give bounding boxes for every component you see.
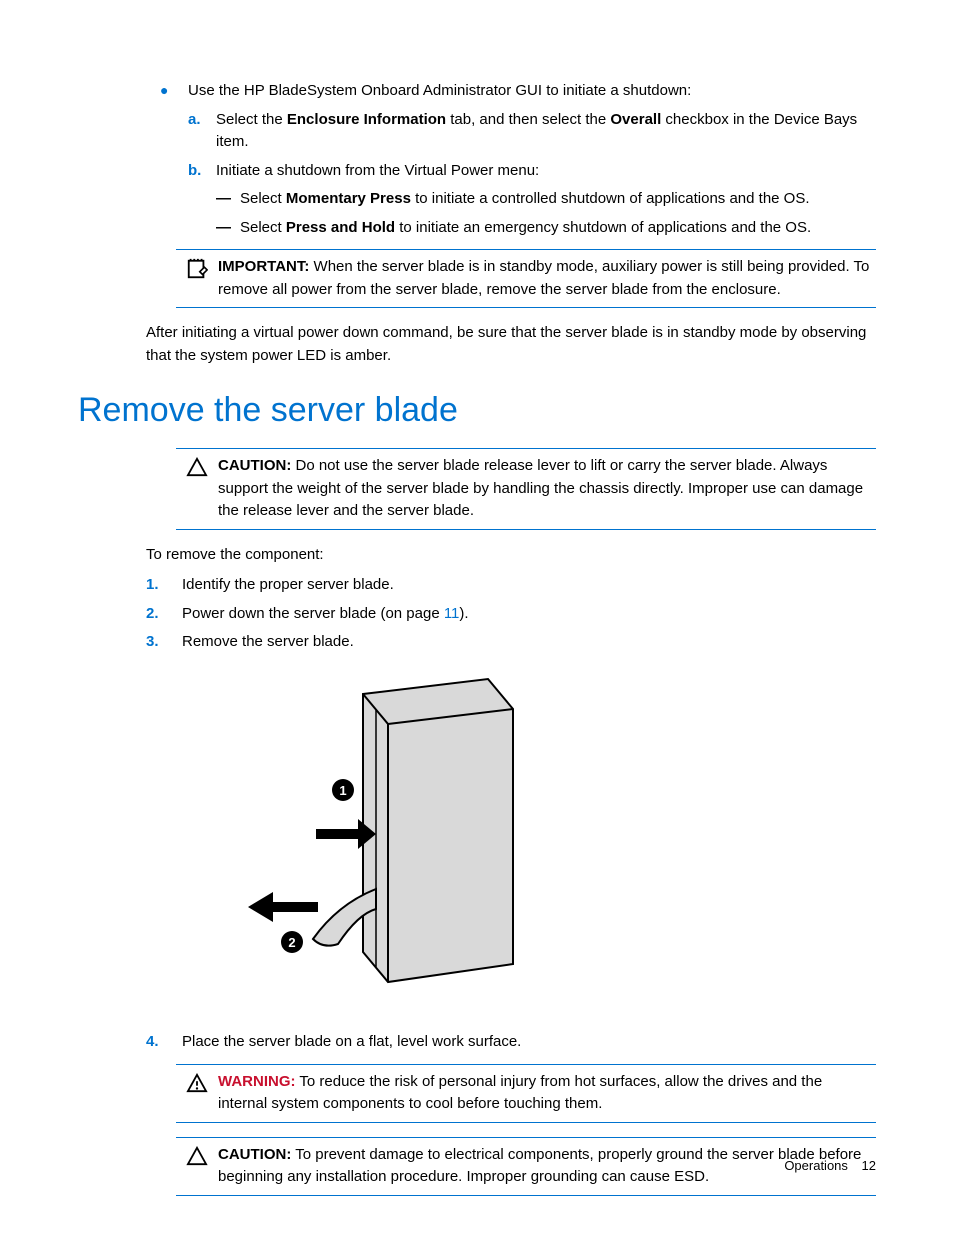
caution-callout: CAUTION: Do not use the server blade rel…	[176, 448, 876, 530]
bullet-icon: ●	[160, 80, 188, 103]
callout-text: To reduce the risk of personal injury fr…	[218, 1073, 822, 1113]
dash-item: — Select Momentary Press to initiate a c…	[216, 188, 876, 211]
list-marker: 1.	[146, 574, 182, 597]
list-item: 3. Remove the server blade.	[146, 631, 876, 654]
callout-body: CAUTION: Do not use the server blade rel…	[218, 455, 876, 523]
dash-icon: —	[216, 217, 240, 240]
list-text: Place the server blade on a flat, level …	[182, 1031, 521, 1054]
caution-icon	[176, 1144, 218, 1189]
substep-b: b. Initiate a shutdown from the Virtual …	[188, 160, 876, 183]
substep-text: Initiate a shutdown from the Virtual Pow…	[216, 160, 539, 183]
substep-a: a. Select the Enclosure Information tab,…	[188, 109, 876, 154]
dash-text: Select Momentary Press to initiate a con…	[240, 188, 810, 211]
callout-text: Do not use the server blade release leve…	[218, 457, 863, 519]
callout-label: CAUTION:	[218, 457, 291, 474]
body-paragraph: To remove the component:	[146, 544, 876, 567]
callout-text: To prevent damage to electrical componen…	[218, 1146, 861, 1186]
list-marker: 3.	[146, 631, 182, 654]
bullet-text: Use the HP BladeSystem Onboard Administr…	[188, 80, 691, 103]
callout-body: WARNING: To reduce the risk of personal …	[218, 1071, 876, 1116]
page-link[interactable]: 11	[444, 605, 460, 622]
footer-page-number: 12	[862, 1158, 876, 1173]
note-icon	[176, 256, 218, 301]
svg-text:2: 2	[288, 935, 295, 950]
list-item: 4. Place the server blade on a flat, lev…	[146, 1031, 876, 1054]
svg-text:1: 1	[339, 783, 346, 798]
footer-section: Operations	[784, 1158, 848, 1173]
callout-label: CAUTION:	[218, 1146, 291, 1163]
important-callout: IMPORTANT: When the server blade is in s…	[176, 249, 876, 308]
list-marker: 4.	[146, 1031, 182, 1054]
section-heading: Remove the server blade	[78, 385, 876, 436]
substep-marker: b.	[188, 160, 216, 183]
list-item: 2. Power down the server blade (on page …	[146, 603, 876, 626]
page-footer: Operations 12	[784, 1156, 876, 1176]
caution-callout: CAUTION: To prevent damage to electrical…	[176, 1137, 876, 1196]
list-text: Identify the proper server blade.	[182, 574, 394, 597]
callout-body: IMPORTANT: When the server blade is in s…	[218, 256, 876, 301]
callout-text: When the server blade is in standby mode…	[218, 258, 869, 298]
warning-icon	[176, 1071, 218, 1116]
caution-icon	[176, 455, 218, 523]
list-text: Power down the server blade (on page 11)…	[182, 603, 469, 626]
warning-callout: WARNING: To reduce the risk of personal …	[176, 1064, 876, 1123]
callout-label: WARNING:	[218, 1073, 296, 1090]
list-text: Remove the server blade.	[182, 631, 354, 654]
substep-marker: a.	[188, 109, 216, 154]
dash-item: — Select Press and Hold to initiate an e…	[216, 217, 876, 240]
callout-body: CAUTION: To prevent damage to electrical…	[218, 1144, 876, 1189]
body-paragraph: After initiating a virtual power down co…	[146, 322, 876, 367]
dash-text: Select Press and Hold to initiate an eme…	[240, 217, 811, 240]
list-marker: 2.	[146, 603, 182, 626]
dash-icon: —	[216, 188, 240, 211]
list-item: 1. Identify the proper server blade.	[146, 574, 876, 597]
callout-label: IMPORTANT:	[218, 258, 309, 275]
blade-removal-figure: 1 2	[228, 674, 876, 1012]
bullet-item: ● Use the HP BladeSystem Onboard Adminis…	[160, 80, 876, 103]
substep-text: Select the Enclosure Information tab, an…	[216, 109, 876, 154]
